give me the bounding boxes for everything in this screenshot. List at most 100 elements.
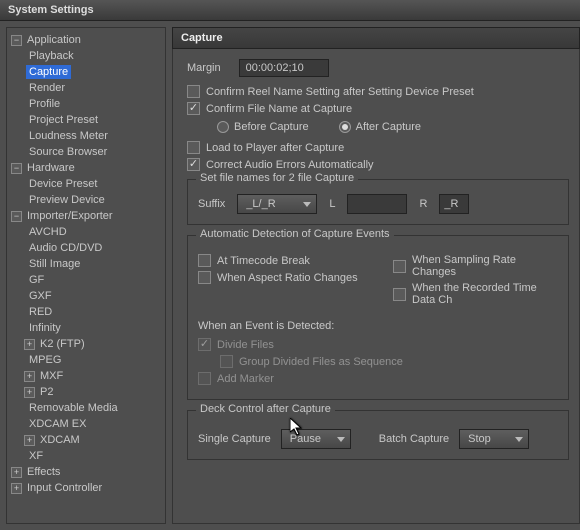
radio-label: Before Capture <box>234 121 309 133</box>
margin-field[interactable]: 00:00:02;10 <box>239 59 329 77</box>
expand-icon[interactable]: + <box>11 467 22 478</box>
tree-item-mpeg[interactable]: MPEG <box>7 352 165 368</box>
collapse-icon[interactable]: − <box>11 211 22 222</box>
batch-capture-dropdown[interactable]: Stop <box>459 429 529 449</box>
tree-item-label: P2 <box>37 385 56 399</box>
confirm-reel-checkbox[interactable]: Confirm Reel Name Setting after Setting … <box>187 85 569 98</box>
r-field[interactable]: _R <box>439 194 469 214</box>
checkbox-label: When the Recorded Time Data Ch <box>412 282 558 306</box>
checkbox-label: When Aspect Ratio Changes <box>217 272 358 284</box>
tree-input-controller[interactable]: +Input Controller <box>7 480 165 496</box>
expand-icon[interactable]: + <box>24 387 35 398</box>
checkbox-icon <box>220 355 233 368</box>
tree-item-avchd[interactable]: AVCHD <box>7 224 165 240</box>
aspect-ratio-checkbox[interactable]: When Aspect Ratio Changes <box>198 271 363 284</box>
tree-item-label: GXF <box>26 289 55 303</box>
field-value: _R <box>444 198 458 210</box>
after-capture-radio[interactable]: After Capture <box>339 121 421 133</box>
radio-icon <box>339 121 351 133</box>
tree-item-label: Render <box>26 81 68 95</box>
checkbox-icon <box>393 260 406 273</box>
tree-item-p2[interactable]: +P2 <box>7 384 165 400</box>
checkbox-icon <box>198 254 211 267</box>
tree-item-label: XDCAM EX <box>26 417 89 431</box>
tree-item-label: RED <box>26 305 55 319</box>
tree-item-label: Project Preset <box>26 113 101 127</box>
before-capture-radio[interactable]: Before Capture <box>217 121 309 133</box>
tree-item-gf[interactable]: GF <box>7 272 165 288</box>
checkbox-label: Confirm File Name at Capture <box>206 103 352 115</box>
expand-icon[interactable]: + <box>11 483 22 494</box>
margin-label: Margin <box>187 62 221 74</box>
tree-item-profile[interactable]: Profile <box>7 96 165 112</box>
tree-hardware[interactable]: −Hardware <box>7 160 165 176</box>
correct-audio-checkbox[interactable]: Correct Audio Errors Automatically <box>187 158 569 171</box>
collapse-icon[interactable]: − <box>11 35 22 46</box>
single-capture-label: Single Capture <box>198 433 271 445</box>
tree-item-render[interactable]: Render <box>7 80 165 96</box>
checkbox-icon <box>198 338 211 351</box>
expand-icon[interactable]: + <box>24 435 35 446</box>
tree-application[interactable]: −Application <box>7 32 165 48</box>
tree-item-label: XF <box>26 449 46 463</box>
checkbox-label: Confirm Reel Name Setting after Setting … <box>206 86 474 98</box>
checkbox-icon <box>187 141 200 154</box>
tree-item-label: AVCHD <box>26 225 70 239</box>
checkbox-icon <box>198 372 211 385</box>
tree-item-label: Device Preset <box>26 177 100 191</box>
tree-item-red[interactable]: RED <box>7 304 165 320</box>
tree-item-preview-device[interactable]: Preview Device <box>7 192 165 208</box>
tree-item-loudness-meter[interactable]: Loudness Meter <box>7 128 165 144</box>
tree-item-label: Input Controller <box>24 481 105 495</box>
l-field[interactable] <box>347 194 407 214</box>
tree-item-capture[interactable]: Capture <box>7 64 165 80</box>
collapse-icon[interactable]: − <box>11 163 22 174</box>
tree-importer-exporter[interactable]: −Importer/Exporter <box>7 208 165 224</box>
checkbox-label: Correct Audio Errors Automatically <box>206 159 374 171</box>
recorded-time-checkbox[interactable]: When the Recorded Time Data Ch <box>393 282 558 306</box>
tree-item-infinity[interactable]: Infinity <box>7 320 165 336</box>
tree-item-xdcam[interactable]: +XDCAM <box>7 432 165 448</box>
tree-item-k2-ftp-[interactable]: +K2 (FTP) <box>7 336 165 352</box>
checkbox-icon <box>187 158 200 171</box>
suffix-dropdown[interactable]: _L/_R <box>237 194 317 214</box>
expand-icon[interactable]: + <box>24 339 35 350</box>
checkbox-label: When Sampling Rate Changes <box>412 254 558 278</box>
expand-icon[interactable]: + <box>24 371 35 382</box>
dropdown-value: _L/_R <box>246 198 275 210</box>
tree-item-gxf[interactable]: GXF <box>7 288 165 304</box>
add-marker-checkbox: Add Marker <box>198 372 558 385</box>
tree-item-label: GF <box>26 273 47 287</box>
tree-item-xdcam-ex[interactable]: XDCAM EX <box>7 416 165 432</box>
batch-capture-label: Batch Capture <box>379 433 449 445</box>
tree-item-project-preset[interactable]: Project Preset <box>7 112 165 128</box>
confirm-filename-checkbox[interactable]: Confirm File Name at Capture <box>187 102 569 115</box>
tree-item-label: MPEG <box>26 353 64 367</box>
timecode-break-checkbox[interactable]: At Timecode Break <box>198 254 363 267</box>
checkbox-icon <box>393 288 406 301</box>
tree-item-xf[interactable]: XF <box>7 448 165 464</box>
group-title-autodetect: Automatic Detection of Capture Events <box>196 228 394 240</box>
tree-effects[interactable]: +Effects <box>7 464 165 480</box>
window-title: System Settings <box>0 0 580 21</box>
tree-item-label: Playback <box>26 49 77 63</box>
sampling-rate-checkbox[interactable]: When Sampling Rate Changes <box>393 254 558 278</box>
tree-item-label: Effects <box>24 465 63 479</box>
tree-item-label: K2 (FTP) <box>37 337 88 351</box>
tree-item-mxf[interactable]: +MXF <box>7 368 165 384</box>
checkbox-label: Divide Files <box>217 339 274 351</box>
single-capture-dropdown[interactable]: Pause <box>281 429 351 449</box>
tree-item-audio-cd-dvd[interactable]: Audio CD/DVD <box>7 240 165 256</box>
group-title-deck: Deck Control after Capture <box>196 403 335 415</box>
dropdown-value: Pause <box>290 433 321 445</box>
tree-item-label: MXF <box>37 369 66 383</box>
tree-item-device-preset[interactable]: Device Preset <box>7 176 165 192</box>
tree-item-source-browser[interactable]: Source Browser <box>7 144 165 160</box>
load-to-player-checkbox[interactable]: Load to Player after Capture <box>187 141 569 154</box>
tree-item-label: Importer/Exporter <box>24 209 116 223</box>
tree-item-still-image[interactable]: Still Image <box>7 256 165 272</box>
tree-item-label: Profile <box>26 97 63 111</box>
tree-item-removable-media[interactable]: Removable Media <box>7 400 165 416</box>
group-sequence-checkbox: Group Divided Files as Sequence <box>220 355 558 368</box>
tree-item-playback[interactable]: Playback <box>7 48 165 64</box>
